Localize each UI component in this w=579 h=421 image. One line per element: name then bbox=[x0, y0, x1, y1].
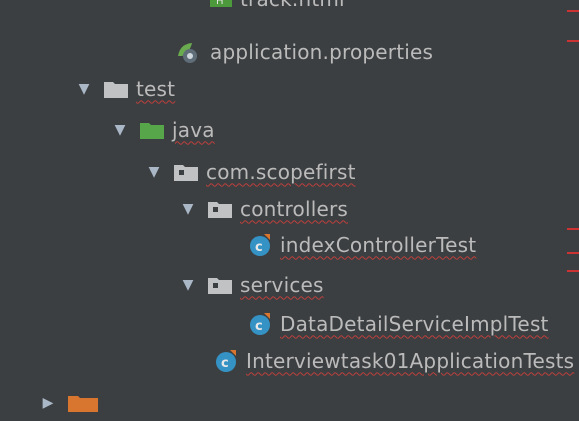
test-class-icon: c bbox=[214, 349, 238, 373]
tree-item-com-scopefirst[interactable]: ▼ com.scopefirst bbox=[146, 153, 356, 190]
error-marker bbox=[567, 40, 579, 42]
tree-item-track-html[interactable]: H track.html bbox=[210, 0, 345, 17]
tree-item-label: com.scopefirst bbox=[206, 159, 356, 184]
package-icon bbox=[208, 276, 232, 294]
test-class-icon: c bbox=[248, 312, 272, 336]
tree-item-label: java bbox=[172, 117, 215, 142]
package-icon bbox=[174, 163, 198, 181]
tree-item-application-properties[interactable]: application.properties bbox=[176, 33, 433, 70]
svg-text:c: c bbox=[221, 356, 229, 371]
tree-item-label: DataDetailServiceImplTest bbox=[280, 311, 549, 336]
error-marker bbox=[567, 228, 579, 230]
collapse-arrow-icon[interactable]: ▶ bbox=[40, 395, 56, 411]
tree-item-label: services bbox=[240, 272, 324, 297]
target-folder-icon bbox=[68, 394, 98, 412]
tree-item-partial[interactable]: ▶ bbox=[40, 384, 106, 421]
tree-item-label: test bbox=[136, 76, 176, 101]
error-marker bbox=[567, 252, 579, 254]
expand-arrow-icon[interactable]: ▼ bbox=[146, 164, 162, 180]
tree-item-java[interactable]: ▼ java bbox=[112, 111, 215, 148]
tree-item-label: controllers bbox=[240, 196, 349, 221]
svg-text:c: c bbox=[255, 240, 263, 255]
tree-item-label: application.properties bbox=[210, 39, 434, 64]
tree-item-label: indexControllerTest bbox=[280, 232, 477, 257]
package-icon bbox=[208, 200, 232, 218]
html-file-icon: H bbox=[210, 0, 232, 9]
tree-item-interviewtask01-application-tests[interactable]: c Interviewtask01ApplicationTests bbox=[214, 342, 574, 379]
error-marker bbox=[567, 270, 579, 272]
error-marker bbox=[567, 10, 579, 12]
expand-arrow-icon[interactable]: ▼ bbox=[112, 122, 128, 138]
tree-item-data-detail-service-impl-test[interactable]: c DataDetailServiceImplTest bbox=[248, 305, 549, 342]
test-class-icon: c bbox=[248, 233, 272, 257]
tree-item-label: track.html bbox=[240, 0, 345, 11]
tree-item-label: Interviewtask01ApplicationTests bbox=[246, 348, 575, 373]
expand-arrow-icon[interactable]: ▼ bbox=[180, 201, 196, 217]
test-source-folder-icon bbox=[140, 121, 164, 139]
tree-item-index-controller-test[interactable]: c indexControllerTest bbox=[248, 226, 476, 263]
expand-arrow-icon[interactable]: ▼ bbox=[180, 277, 196, 293]
expand-arrow-icon[interactable]: ▼ bbox=[76, 81, 92, 97]
tree-item-services[interactable]: ▼ services bbox=[180, 266, 324, 303]
svg-text:c: c bbox=[255, 319, 263, 334]
folder-icon bbox=[104, 80, 128, 98]
properties-file-icon bbox=[176, 40, 202, 64]
tree-item-controllers[interactable]: ▼ controllers bbox=[180, 190, 348, 227]
svg-text:H: H bbox=[216, 0, 224, 7]
tree-item-test[interactable]: ▼ test bbox=[76, 70, 175, 107]
